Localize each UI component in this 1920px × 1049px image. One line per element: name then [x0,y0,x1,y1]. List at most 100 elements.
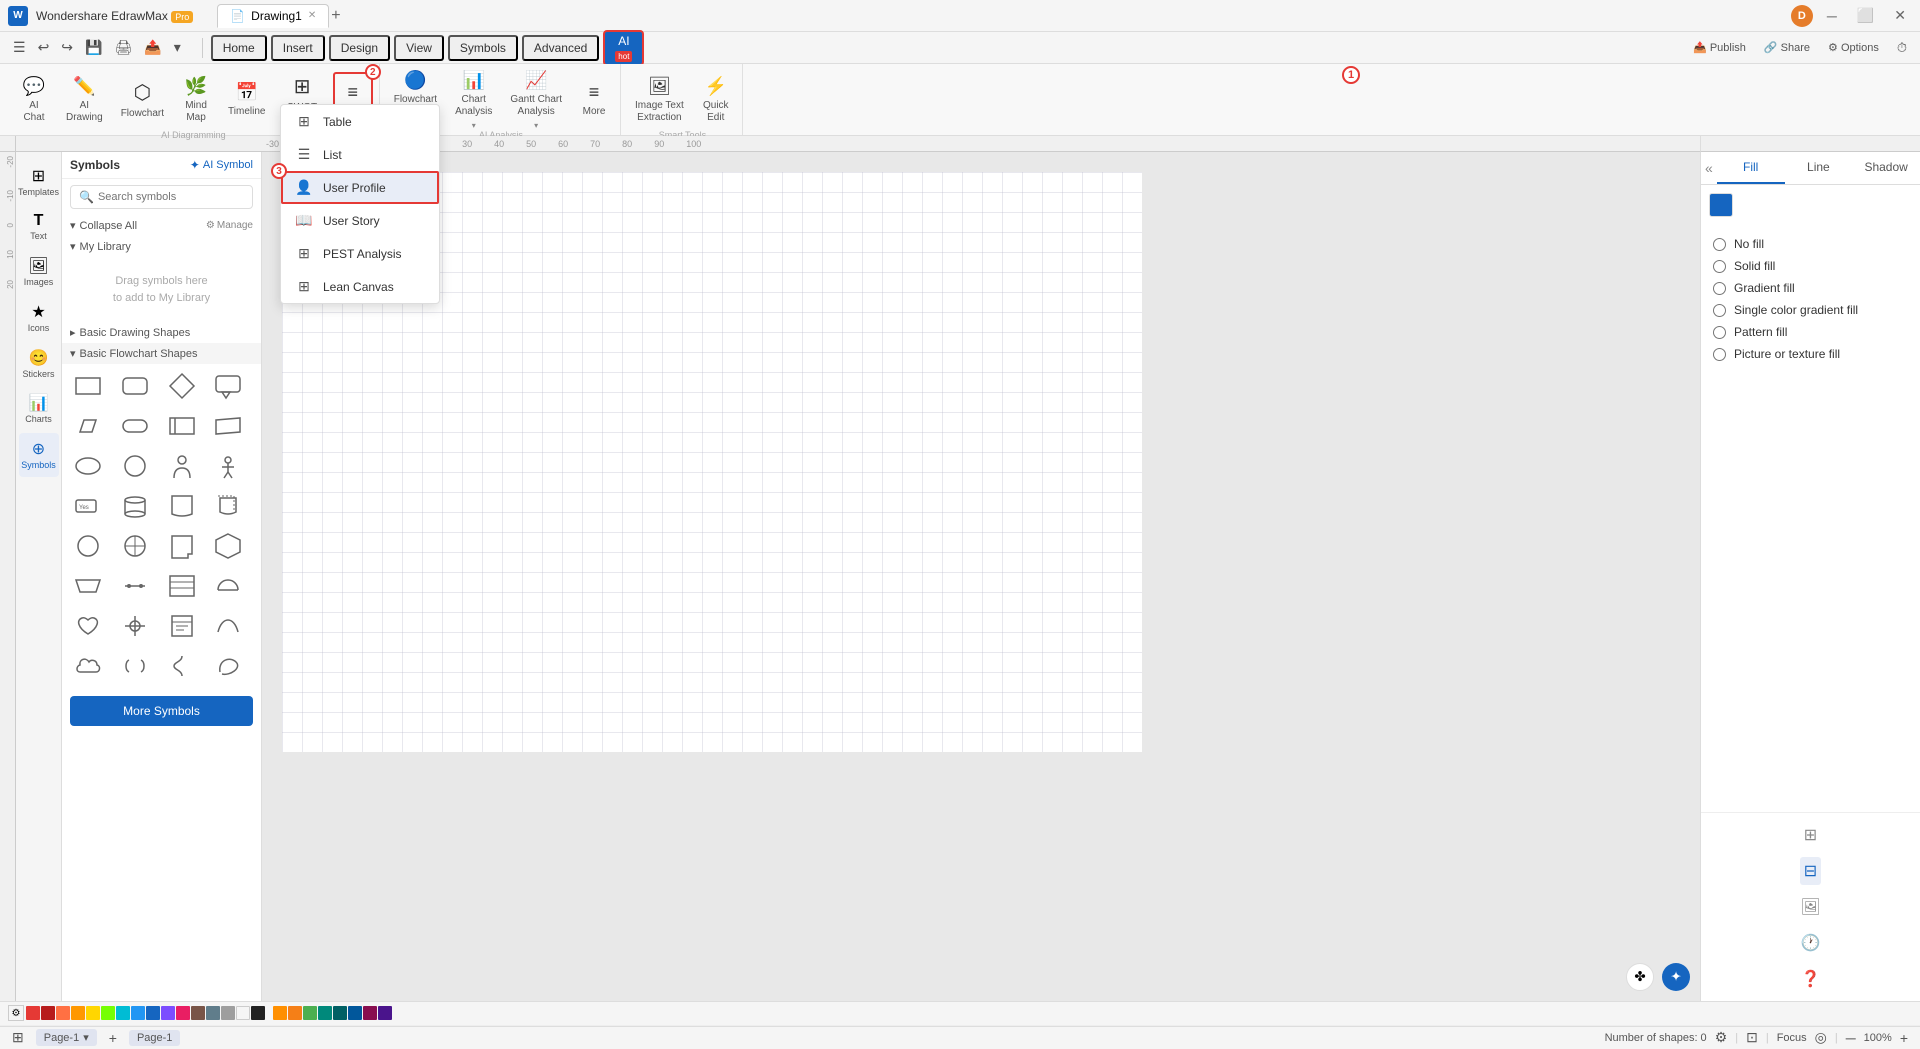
options-btn[interactable]: ⚙ Options [1823,38,1884,57]
images-btn[interactable]: 🖼 Images [19,250,59,294]
color-pink[interactable] [176,1006,190,1020]
shape-stadium[interactable] [117,408,153,444]
right-nav-home[interactable]: ⊞ [1800,821,1821,849]
shape-curved[interactable] [210,608,246,644]
shape-parallelogram[interactable] [70,408,106,444]
shape-semicircle[interactable] [210,568,246,604]
page-tab[interactable]: Page-1 ▾ [36,1029,97,1046]
dropdown-btn[interactable]: ▾ [169,36,186,59]
image-text-btn[interactable]: 🖼 Image TextExtraction [627,70,692,130]
right-panel-expand-btn[interactable]: « [1701,156,1717,180]
dropdown-user-profile[interactable]: 3 👤 User Profile [281,171,439,204]
shape-bracket[interactable] [117,648,153,684]
fit-page-btn[interactable]: ⊡ [1746,1029,1758,1046]
publish-btn[interactable]: 📤 Publish [1688,38,1751,57]
shape-cylinder[interactable] [117,488,153,524]
color-lightgreen[interactable] [101,1006,115,1020]
shape-custom[interactable] [210,648,246,684]
gantt-analysis-btn[interactable]: 📈 Gantt ChartAnalysis ▾ [502,70,570,130]
color-darkblue[interactable] [146,1006,160,1020]
timeline-btn[interactable]: 📅 Timeline [220,70,273,130]
canvas-area[interactable]: ✤ ✦ [262,152,1700,1001]
tab-drawing1[interactable]: 📄 Drawing1 ✕ [217,4,329,28]
color-amber2[interactable] [288,1006,302,1020]
menu-insert[interactable]: Insert [271,35,325,61]
dropdown-table[interactable]: ⊞ Table [281,105,439,138]
shape-callout[interactable] [210,368,246,404]
focus-btn[interactable]: ◎ [1815,1029,1827,1046]
more2-btn[interactable]: ≡ More [572,70,616,130]
fill-none[interactable]: No fill [1713,237,1908,251]
text-btn[interactable]: T Text [19,206,59,248]
shape-brace[interactable] [164,648,200,684]
menu-home[interactable]: Home [211,35,267,61]
menu-ai[interactable]: AI hot [603,30,644,66]
shape-cross-hair[interactable] [117,608,153,644]
stickers-btn[interactable]: 😊 Stickers [19,342,59,386]
right-nav-help[interactable]: ❓ [1797,965,1825,993]
ai-drawing-btn[interactable]: ✏️ AIDrawing [58,70,111,130]
tab-close[interactable]: ✕ [308,10,316,21]
shape-note2[interactable] [164,608,200,644]
shape-person[interactable] [164,448,200,484]
fill-pattern[interactable]: Pattern fill [1713,325,1908,339]
color-darkred[interactable] [41,1006,55,1020]
basic-flowchart-header[interactable]: ▾ Basic Flowchart Shapes [62,343,261,364]
shape-doc[interactable] [164,488,200,524]
fill-single-gradient-radio[interactable] [1713,304,1726,317]
shape-internal[interactable] [164,408,200,444]
manage-btn[interactable]: ⚙ Manage [206,220,253,231]
shape-rounded-rect[interactable] [117,368,153,404]
collapse-sidebar-btn[interactable]: ☰ [8,36,31,59]
color-yellow[interactable] [86,1006,100,1020]
flowchart-btn[interactable]: ⬡ Flowchart [113,70,172,130]
chart-analysis-btn[interactable]: 📊 ChartAnalysis ▾ [447,70,500,130]
color-bluegrey[interactable] [206,1006,220,1020]
dropdown-pest[interactable]: ⊞ PEST Analysis [281,237,439,270]
menu-advanced[interactable]: Advanced [522,35,599,61]
shape-rect[interactable] [70,368,106,404]
fill-color-swatch[interactable] [1709,193,1733,217]
templates-btn[interactable]: ⊞ Templates [19,160,59,204]
redo-btn[interactable]: ↪ [56,36,78,59]
collapse-header[interactable]: ▾ Collapse All ⚙ Manage [62,215,261,236]
color-darkpurple[interactable] [378,1006,392,1020]
color-edit-btn[interactable]: ⚙ [8,1005,24,1021]
color-teal[interactable] [318,1006,332,1020]
fill-solid[interactable]: Solid fill [1713,259,1908,273]
tab-line[interactable]: Line [1785,152,1853,184]
restore-button[interactable]: ⬜ [1851,5,1880,26]
right-nav-panel[interactable]: ⊟ [1800,857,1821,885]
shape-tag[interactable]: Yes [70,488,106,524]
menu-symbols[interactable]: Symbols [448,35,518,61]
menu-view[interactable]: View [394,35,444,61]
fill-none-radio[interactable] [1713,238,1726,251]
fill-single-gradient[interactable]: Single color gradient fill [1713,303,1908,317]
shape-multidoc[interactable] [210,488,246,524]
zoom-out-btn[interactable]: ─ [1846,1030,1856,1046]
ai-symbol-btn[interactable]: ✦ AI Symbol [190,158,253,172]
zoom-in-btn[interactable]: + [1900,1030,1908,1046]
more-symbols-btn[interactable]: More Symbols [70,696,253,726]
export-btn[interactable]: 📤 [139,36,166,59]
color-deeporange[interactable] [56,1006,70,1020]
color-white[interactable] [236,1006,250,1020]
shape-list-box[interactable] [164,568,200,604]
fill-pattern-radio[interactable] [1713,326,1726,339]
color-orange[interactable] [71,1006,85,1020]
ai-chat-btn[interactable]: 💬 AIChat [12,70,56,130]
color-cyan[interactable] [116,1006,130,1020]
canvas-settings-btn[interactable]: ✤ [1626,963,1654,991]
icons-btn[interactable]: ★ Icons [19,296,59,340]
undo-btn[interactable]: ↩ [33,36,55,59]
save-btn[interactable]: 💾 [80,36,107,59]
color-purple[interactable] [161,1006,175,1020]
settings-btn[interactable]: ⚙ [1715,1029,1728,1046]
shape-diamond-cut[interactable] [164,368,200,404]
canvas-add-btn[interactable]: ✦ [1662,963,1690,991]
shape-trapezoid[interactable] [70,568,106,604]
tab-add-button[interactable]: + [331,7,340,25]
fill-gradient[interactable]: Gradient fill [1713,281,1908,295]
shape-circle2[interactable] [70,528,106,564]
fill-picture[interactable]: Picture or texture fill [1713,347,1908,361]
